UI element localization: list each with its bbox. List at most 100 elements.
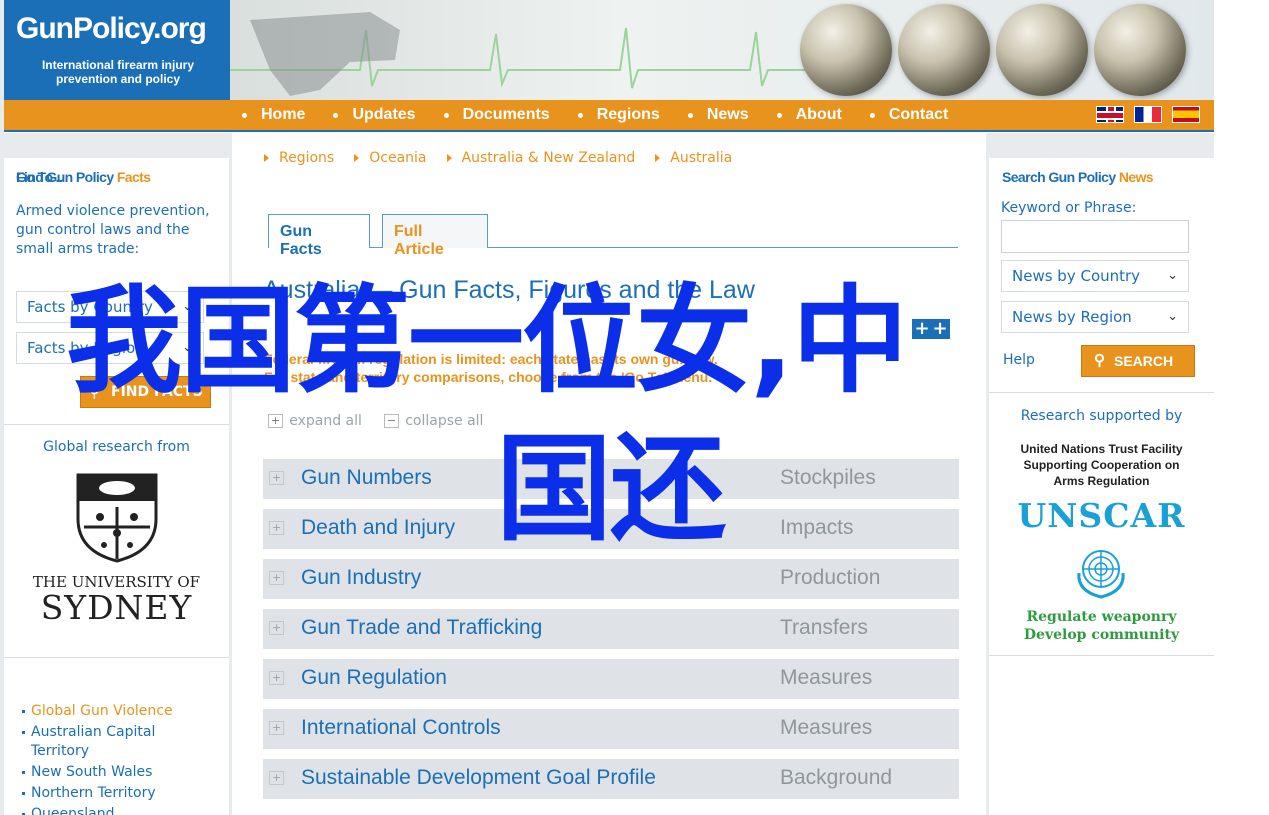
select-value: Facts by Region [27,339,145,357]
plus-icon: + [269,471,285,485]
france-flag-icon[interactable] [1134,106,1162,123]
facts-row-gun-regulation[interactable]: + Gun Regulation Measures [263,659,959,699]
tab-gun-facts[interactable]: Gun Facts [268,214,370,258]
nav-label: Updates [352,106,416,123]
header-banner [230,0,1214,100]
help-link[interactable]: Help [1003,352,1035,368]
spain-flag-icon[interactable] [1172,106,1200,123]
row-label: Sustainable Development Goal Profile [301,766,656,789]
goto-item[interactable]: Queensland [22,805,212,815]
untf-line: United Nations Trust Facility [1020,442,1183,456]
find-facts-description: Armed violence prevention, gun control l… [16,203,210,257]
nav-contact[interactable]: Contact [869,106,948,124]
facts-row-death-injury[interactable]: + Death and Injury Impacts [263,509,959,549]
globe-graphic [800,4,892,96]
bullet-icon [443,112,449,118]
breadcrumb-item[interactable]: Australia [655,150,732,166]
row-category: Measures [780,666,873,689]
goto-item[interactable]: Northern Territory [22,784,212,803]
heading-accent: Facts [116,169,151,185]
facts-row-gun-industry[interactable]: + Gun Industry Production [263,559,959,599]
keyword-input[interactable] [1001,220,1189,253]
slogan-line: Develop community [1023,627,1180,643]
nav-news[interactable]: News [687,106,749,124]
bullet-icon [333,112,339,118]
row-category: Impacts [780,516,854,539]
globe-graphic [996,4,1088,96]
page-background-right [1214,0,1269,815]
goto-item[interactable]: Global Gun Violence [22,702,212,721]
row-category: Production [780,566,881,589]
goto-item[interactable]: New South Wales [22,763,212,782]
university-name-line2: SYDNEY [40,588,193,627]
nav-regions[interactable]: Regions [577,106,660,124]
facts-by-region-select[interactable]: Facts by Region ⌄ [16,332,204,364]
facts-by-country-select[interactable]: Facts by Country ⌄ [16,291,204,323]
find-facts-button[interactable]: ⚲ FIND FACTS [80,376,211,408]
goto-heading: Go To .. [16,169,63,185]
row-label: Gun Industry [301,566,422,589]
zoom-plus-icon[interactable]: + [930,319,950,339]
un-emblem-icon [1077,550,1125,599]
breadcrumb-item[interactable]: Regions [264,150,334,166]
search-button[interactable]: ⚲ SEARCH [1081,345,1195,377]
search-icon: ⚲ [89,383,100,401]
heading-main: Search Gun Policy [1002,169,1119,185]
select-value: Facts by Country [27,298,153,316]
breadcrumb: Regions Oceania Australia & New Zealand … [264,150,752,166]
triangle-right-icon [655,154,661,162]
right-sidebar: Search Gun Policy News Keyword or Phrase… [989,158,1214,815]
tab-full-article[interactable]: Full Article [382,214,488,258]
goto-item[interactable]: Australian Capital Territory [22,723,212,761]
globe-graphic [898,4,990,96]
plus-icon: + [269,621,285,635]
left-sidebar: Find Gun Policy Facts Armed violence pre… [4,158,229,815]
logo-title: GunPolicy.org [16,12,207,45]
nav-documents[interactable]: Documents [443,106,550,124]
row-label: International Controls [301,716,501,739]
research-from-label: Global research from [43,439,190,455]
facts-row-gun-trade[interactable]: + Gun Trade and Trafficking Transfers [263,609,959,649]
logo-subtitle: International firearm injury prevention … [41,58,195,86]
slogan-line: Regulate weaponry [1026,609,1177,625]
left-top-gap [4,133,229,158]
expand-all-label: expand all [289,413,362,429]
expand-plus-icon[interactable]: + [912,319,932,339]
bullet-icon [687,112,693,118]
nav-label: About [795,106,842,123]
plus-icon: + [269,671,285,685]
news-by-region-select[interactable]: News by Region ⌄ [1001,301,1189,333]
chevron-down-icon: ⌄ [182,340,193,355]
uk-flag-icon[interactable] [1096,106,1124,123]
facts-row-sdg-profile[interactable]: + Sustainable Development Goal Profile Bac… [263,759,959,799]
breadcrumb-item[interactable]: Australia & New Zealand [446,150,636,166]
federal-notice: Federal firearm regulation is limited: e… [264,350,718,386]
facts-list: + Gun Numbers Stockpiles + Death and Injury… [263,459,959,809]
chevron-down-icon: ⌄ [1167,268,1178,283]
divider [989,392,1214,393]
breadcrumb-item[interactable]: Oceania [354,150,427,166]
breadcrumb-label: Australia & New Zealand [461,150,636,166]
bullet-icon [869,112,875,118]
notice-line: Federal firearm regulation is limited: e… [264,351,718,367]
nav-about[interactable]: About [776,106,842,124]
search-news-heading: Search Gun Policy News [1002,169,1154,185]
facts-row-gun-numbers[interactable]: + Gun Numbers Stockpiles [263,459,959,499]
collapse-all-control[interactable]: − collapse all [384,413,483,429]
expand-all-control[interactable]: + expand all [268,413,362,429]
row-category: Background [780,766,893,789]
triangle-right-icon [264,154,269,162]
row-category: Stockpiles [780,466,876,489]
page-title: Australia — Gun Facts, Figures and the L… [263,276,755,304]
news-by-country-select[interactable]: News by Country ⌄ [1001,260,1189,292]
collapse-all-label: collapse all [405,413,484,429]
nav-home[interactable]: Home [242,106,305,124]
facts-row-international-controls[interactable]: + International Controls Measures [263,709,959,749]
plus-icon: + [269,571,285,585]
divider [4,657,229,658]
site-logo[interactable]: GunPolicy.org International firearm inju… [4,0,230,100]
nav-updates[interactable]: Updates [333,106,416,124]
nav-label: Home [261,106,306,123]
right-top-gap [989,133,1214,158]
tab-bar: Gun Facts Full Article [268,214,958,258]
